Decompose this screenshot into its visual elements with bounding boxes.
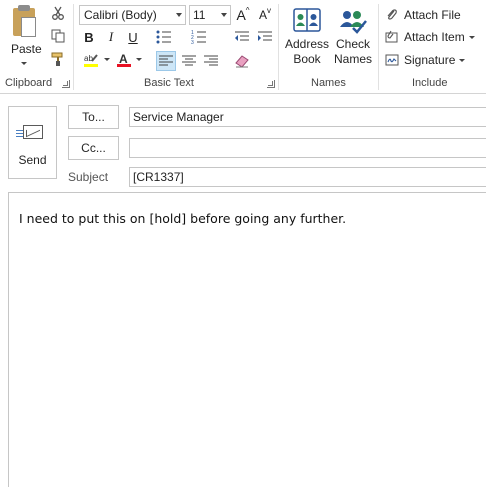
to-button-label: To... xyxy=(82,110,105,124)
increase-indent-icon xyxy=(258,31,272,41)
check-names-label-line1: Check xyxy=(335,37,370,51)
format-painter-icon[interactable] xyxy=(49,50,67,68)
decrease-indent-button[interactable] xyxy=(233,28,251,46)
cc-button-label: Cc... xyxy=(81,141,106,155)
svg-text:ab: ab xyxy=(84,54,93,63)
paste-dropdown-icon[interactable] xyxy=(21,62,27,65)
paste-label: Paste xyxy=(11,42,42,56)
signature-label: Signature xyxy=(404,53,456,67)
subject-label: Subject xyxy=(68,170,109,184)
align-center-icon xyxy=(182,55,196,66)
bold-icon: B xyxy=(84,29,94,45)
numbering-button[interactable]: 123 xyxy=(190,28,208,46)
align-left-button[interactable] xyxy=(156,51,176,71)
signature-button[interactable]: Signature xyxy=(385,50,466,70)
bold-button[interactable]: B xyxy=(80,28,98,46)
decrease-indent-icon xyxy=(235,31,249,41)
font-name-select[interactable]: Calibri (Body) xyxy=(79,5,186,25)
message-body[interactable]: I need to put this on [hold] before goin… xyxy=(8,192,486,487)
attach-file-button[interactable]: Attach File xyxy=(385,5,461,25)
address-book-button[interactable]: Address Book xyxy=(283,5,331,73)
group-divider xyxy=(278,4,279,90)
names-group-label: Names xyxy=(311,77,346,89)
group-divider xyxy=(73,4,74,90)
attach-item-icon xyxy=(385,30,399,44)
grow-font-icon: A xyxy=(236,7,246,23)
address-book-label-line2: Book xyxy=(293,52,321,66)
highlight-dropdown-icon[interactable] xyxy=(104,58,110,61)
font-color-icon: A xyxy=(117,52,131,67)
svg-text:3: 3 xyxy=(191,40,194,44)
shrink-font-icon: A xyxy=(258,8,267,22)
shrink-font-button[interactable]: Av xyxy=(256,6,274,24)
align-center-button[interactable] xyxy=(180,52,198,70)
eraser-icon xyxy=(235,55,249,68)
highlighter-icon: ab xyxy=(84,54,98,67)
underline-icon: U xyxy=(128,29,138,45)
grow-font-button[interactable]: A ^ xyxy=(234,6,252,24)
check-names-button[interactable]: Check Names xyxy=(332,5,374,73)
send-label: Send xyxy=(18,153,47,167)
scissors-icon[interactable] xyxy=(49,4,67,22)
paste-button[interactable]: Paste xyxy=(4,3,44,75)
to-button[interactable]: To... xyxy=(68,105,119,129)
attach-item-button[interactable]: Attach Item xyxy=(385,27,475,47)
numbering-icon: 123 xyxy=(191,30,206,44)
clipboard-launcher-icon[interactable] xyxy=(62,80,70,88)
basic-text-launcher-icon[interactable] xyxy=(267,80,275,88)
increase-indent-button[interactable] xyxy=(256,28,274,46)
paperclip-icon xyxy=(385,8,399,22)
chevron-down-icon xyxy=(176,13,182,17)
font-name-value: Calibri (Body) xyxy=(84,8,157,22)
check-names-label-line2: Names xyxy=(333,52,372,66)
attach-item-label: Attach Item xyxy=(404,30,465,44)
font-color-button[interactable]: A xyxy=(114,51,134,69)
chevron-down-icon xyxy=(468,35,475,39)
send-button[interactable]: Send xyxy=(8,106,57,179)
ribbon: Paste Clipboard Calibri (Body) 11 A ^ Av … xyxy=(0,0,486,94)
clipboard-group-label: Clipboard xyxy=(5,77,53,89)
to-field-value: Service Manager xyxy=(133,110,224,124)
align-right-button[interactable] xyxy=(202,52,220,70)
bullets-button[interactable] xyxy=(155,28,173,46)
attach-file-label: Attach File xyxy=(404,8,461,22)
to-field[interactable]: Service Manager xyxy=(129,107,486,127)
signature-icon xyxy=(385,53,399,67)
address-book-label-line1: Address xyxy=(284,37,330,51)
subject-field[interactable]: [CR1337] xyxy=(129,167,486,187)
address-book-icon xyxy=(293,8,321,32)
font-color-dropdown-icon[interactable] xyxy=(136,58,142,61)
cc-field[interactable] xyxy=(129,138,486,158)
copy-icon[interactable] xyxy=(49,27,67,45)
cc-button[interactable]: Cc... xyxy=(68,136,119,160)
italic-button[interactable]: I xyxy=(102,28,120,46)
chevron-down-icon xyxy=(459,58,466,62)
highlight-button[interactable]: ab xyxy=(80,51,104,69)
font-size-value: 11 xyxy=(193,8,206,22)
underline-button[interactable]: U xyxy=(124,28,142,46)
align-left-icon xyxy=(159,55,173,66)
subject-field-value: [CR1337] xyxy=(133,170,184,184)
basic-text-group-label: Basic Text xyxy=(144,77,194,89)
chevron-down-icon xyxy=(221,13,227,17)
italic-icon: I xyxy=(108,29,114,44)
message-body-text: I need to put this on [hold] before goin… xyxy=(19,211,347,226)
group-divider xyxy=(378,4,379,90)
svg-text:A: A xyxy=(119,52,128,66)
clear-formatting-button[interactable] xyxy=(233,52,251,70)
align-right-icon xyxy=(204,55,218,66)
check-names-icon xyxy=(340,11,367,34)
bullets-icon xyxy=(156,30,171,44)
include-group-label: Include xyxy=(412,77,448,89)
font-size-select[interactable]: 11 xyxy=(189,5,231,25)
